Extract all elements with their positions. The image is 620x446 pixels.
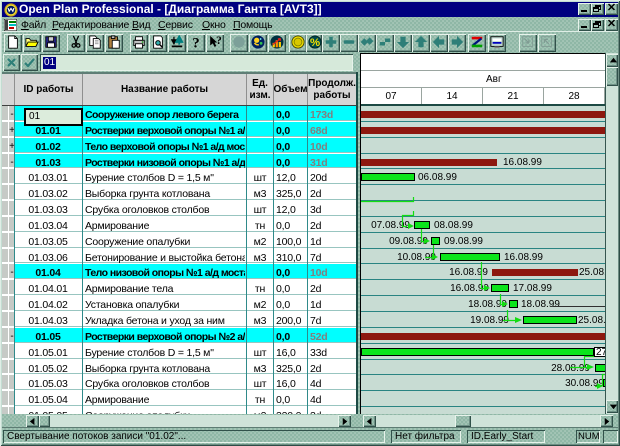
svg-text:?: ?	[216, 35, 222, 47]
svg-text:%: %	[310, 37, 320, 49]
svg-text:?: ?	[192, 35, 199, 49]
